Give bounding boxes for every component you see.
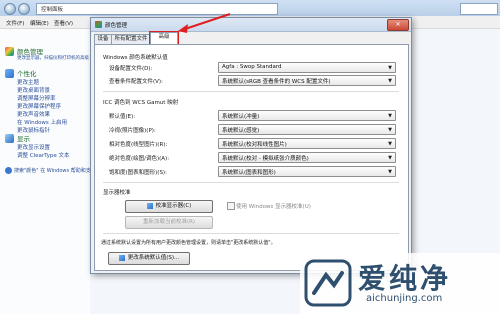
category-link[interactable]: 更改声音效果 <box>17 110 50 118</box>
forward-icon[interactable] <box>18 3 30 15</box>
shield-icon <box>118 254 125 261</box>
chevron-down-icon: ▼ <box>388 141 392 147</box>
category-link[interactable]: 在 Windows 上启用 <box>17 118 67 126</box>
divider <box>103 233 399 234</box>
select-value: 系统默认(图表和图形) <box>222 170 276 176</box>
system-defaults-note: 通过系统默认设置为所有用户更改颜色管理设置，则请单击"更改系统默认值"。 <box>101 240 276 246</box>
category-link[interactable]: 更改主题 <box>17 78 39 86</box>
menu-file[interactable]: 文件(F) <box>6 19 24 27</box>
shield-icon <box>146 202 153 209</box>
menu-edit[interactable]: 编辑(E) <box>30 19 49 27</box>
category-title-display[interactable]: 显示 <box>17 133 30 143</box>
category-pane: 颜色管理 更改显示器，扫描仪和打印机的高级颜色管理设置 个性化 更改主题 更改桌… <box>0 29 90 314</box>
chevron-down-icon: ▼ <box>388 113 392 119</box>
device-profile-select[interactable]: Agfa : Swop Standard ▼ <box>218 62 396 73</box>
back-icon[interactable] <box>4 3 16 15</box>
category-link[interactable]: 更改屏幕保护程序 <box>17 102 61 110</box>
color-management-dialog: 颜色管理 ✕ 设备 所有配置文件 高级 Windows 颜色系统默认值 设备配置… <box>90 17 412 274</box>
watermark-logo-icon <box>304 259 352 307</box>
watermark: 爱纯净 aichunjing.com <box>300 253 500 314</box>
select-value: 系统默认(校对和线性图片) <box>222 142 287 148</box>
divider <box>103 91 399 92</box>
tab-devices[interactable]: 设备 <box>94 34 112 44</box>
color-management-icon <box>5 47 14 56</box>
gamut-absolute-select[interactable]: 系统默认(校对 - 模拟纸张介质颜色) ▼ <box>218 152 396 163</box>
calibrate-display-button[interactable]: 校准显示器(C) <box>125 200 213 213</box>
viewing-profile-select[interactable]: 系统默认(sRGB 查看条件的 WCS 配置文件) ▼ <box>218 75 396 86</box>
chevron-down-icon: ▼ <box>388 127 392 133</box>
help-icon <box>5 167 12 174</box>
use-windows-calibration-label: 使用 Windows 显示器校准(U) <box>236 204 311 210</box>
personalization-icon <box>5 69 14 78</box>
group-label-gamut: ICC 调色到 WCS Gamut 映射 <box>103 100 179 106</box>
gamut-relative-select[interactable]: 系统默认(校对和线性图片) ▼ <box>218 138 396 149</box>
category-link[interactable]: 调整 ClearType 文本 <box>17 151 70 159</box>
calibrate-label: 校准显示器(C) <box>155 203 192 209</box>
divider <box>103 182 399 183</box>
group-label-calibration: 显示器校准 <box>103 190 131 196</box>
gamut-saturation-label: 饱和度(图表和图形)(S): <box>109 170 167 176</box>
chevron-down-icon: ▼ <box>388 169 392 175</box>
chevron-down-icon: ▼ <box>388 65 392 71</box>
menu-view[interactable]: 查看(V) <box>54 19 73 27</box>
select-value: 系统默认(校对 - 模拟纸张介质颜色) <box>222 156 309 162</box>
category-link[interactable]: 更改显示器，扫描仪和打印机的高级颜色管理设置 <box>17 55 89 61</box>
select-value: 系统默认(冲量) <box>222 114 260 120</box>
change-defaults-label: 更改系统默认值(S)... <box>127 255 180 261</box>
search-help-link[interactable]: 搜索"颜色" 在 Windows 帮助和支持 <box>14 167 90 174</box>
select-value: Agfa : Swop Standard <box>222 64 282 70</box>
device-profile-label: 设备配置文件(D): <box>109 66 153 72</box>
dialog-title: 颜色管理 <box>105 23 128 29</box>
category-link[interactable]: 更改显示设置 <box>17 143 50 151</box>
display-icon <box>5 134 14 143</box>
gamut-perceptual-select[interactable]: 系统默认(感觉) ▼ <box>218 124 396 135</box>
gamut-relative-label: 相对色度(线型图片)(R): <box>109 142 168 148</box>
gamut-perceptual-label: 冷视(照片图像)(P): <box>109 128 156 134</box>
gamut-absolute-label: 绝对色度(绘图/调色)(A): <box>109 156 170 162</box>
explorer-titlebar: 控制面板 <box>0 0 500 16</box>
select-value: 系统默认(感觉) <box>222 128 260 134</box>
search-input[interactable] <box>460 3 498 15</box>
watermark-title: 爱纯净 <box>358 262 452 295</box>
select-value: 系统默认(sRGB 查看条件的 WCS 配置文件) <box>222 79 331 85</box>
annotation-arrow <box>178 13 231 33</box>
chevron-down-icon: ▼ <box>388 155 392 161</box>
tab-all-profiles[interactable]: 所有配置文件 <box>111 34 151 44</box>
dialog-titlebar: 颜色管理 ✕ <box>91 18 411 32</box>
reload-calibration-button: 重新加载当前校准(R) <box>125 216 213 229</box>
gamut-default-label: 默认值(E): <box>109 114 136 120</box>
category-link[interactable]: 调整屏幕分辨率 <box>17 94 56 102</box>
gamut-saturation-select[interactable]: 系统默认(图表和图形) ▼ <box>218 166 396 177</box>
address-text: 控制面板 <box>41 7 64 13</box>
category-link[interactable]: 更改桌面背景 <box>17 86 50 94</box>
change-system-defaults-button[interactable]: 更改系统默认值(S)... <box>108 252 190 265</box>
close-button[interactable]: ✕ <box>387 19 409 31</box>
gamut-default-select[interactable]: 系统默认(冲量) ▼ <box>218 110 396 121</box>
color-management-icon <box>95 21 102 28</box>
watermark-url: aichunjing.com <box>366 293 443 304</box>
category-title-personalization[interactable]: 个性化 <box>17 68 37 78</box>
use-windows-calibration-checkbox[interactable] <box>227 202 235 210</box>
group-label-defaults: Windows 颜色系统默认值 <box>103 55 168 61</box>
viewing-profile-label: 查看条件配置文件(V): <box>109 79 163 85</box>
chevron-down-icon: ▼ <box>388 78 392 84</box>
advanced-panel: Windows 颜色系统默认值 设备配置文件(D): Agfa : Swop S… <box>94 44 409 271</box>
